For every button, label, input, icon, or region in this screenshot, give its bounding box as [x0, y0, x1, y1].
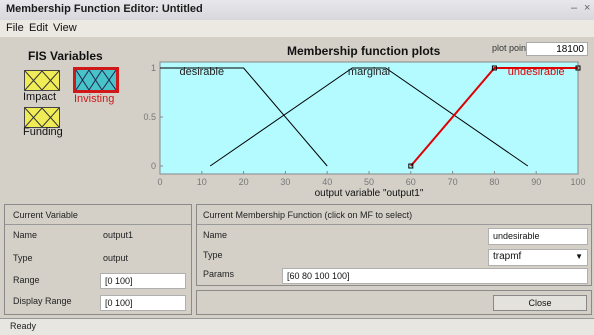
divider	[197, 224, 591, 225]
minimize-icon[interactable]: –	[571, 2, 577, 14]
menu-view[interactable]: View	[53, 22, 77, 34]
menu-file[interactable]: File	[6, 22, 24, 34]
mf-params-input[interactable]: [60 80 100 100]	[282, 268, 588, 284]
mf-type-label: Type	[203, 250, 223, 260]
cv-type-label: Type	[13, 253, 33, 263]
plot-title: Membership function plots	[287, 44, 441, 58]
variable-funding-box[interactable]	[24, 107, 60, 128]
x-tick-label: 100	[570, 177, 585, 187]
close-button[interactable]: Close	[493, 295, 587, 311]
mf-params-label: Params	[203, 269, 235, 279]
display-range-input[interactable]: [0 100]	[100, 295, 186, 311]
variable-impact-label: Impact	[23, 91, 57, 103]
cv-range-label: Range	[13, 275, 40, 285]
cv-name-label: Name	[13, 230, 38, 240]
cv-name-value: output1	[103, 230, 134, 240]
status-text: Ready	[10, 321, 37, 331]
x-tick-label: 20	[239, 177, 249, 187]
mf-type-select[interactable]: trapmf ▼	[488, 249, 588, 266]
x-tick-label: 50	[364, 177, 374, 187]
y-tick-label: 0	[151, 161, 156, 171]
x-tick-label: 10	[197, 177, 207, 187]
mf-type-value: trapmf	[493, 251, 522, 262]
variable-invisting-label: Invisting	[74, 93, 115, 105]
y-tick-label: 1	[151, 63, 156, 73]
mf-label-marginal: marginal	[348, 66, 390, 78]
x-tick-label: 90	[531, 177, 541, 187]
x-axis-label: output variable "output1"	[315, 188, 424, 199]
window-title: Membership Function Editor: Untitled	[6, 3, 203, 15]
close-icon[interactable]: ×	[584, 2, 590, 14]
divider	[5, 224, 191, 225]
mf-label-desirable: desirable	[179, 66, 224, 78]
x-tick-label: 80	[489, 177, 499, 187]
variable-impact-box[interactable]	[24, 70, 60, 91]
button-panel: Close	[196, 290, 592, 315]
title-bar: Membership Function Editor: Untitled – ×	[0, 0, 594, 21]
x-tick-label: 60	[406, 177, 416, 187]
current-mf-header: Current Membership Function (click on MF…	[203, 210, 413, 220]
menu-bar: File Edit View	[0, 20, 594, 37]
x-tick-label: 0	[157, 177, 162, 187]
cv-display-range-label: Display Range	[13, 296, 72, 306]
mf-label-undesirable: undesirable	[508, 66, 565, 78]
current-mf-panel: Current Membership Function (click on MF…	[196, 204, 592, 286]
status-bar: Ready	[0, 318, 594, 335]
mf-name-label: Name	[203, 230, 228, 240]
variable-funding-label: Funding	[23, 126, 63, 138]
variable-invisting-box[interactable]	[73, 67, 119, 93]
x-tick-label: 70	[448, 177, 458, 187]
mf-icon	[24, 107, 60, 128]
current-variable-header: Current Variable	[13, 210, 78, 220]
range-input[interactable]: [0 100]	[100, 273, 186, 289]
fis-variables-title: FIS Variables	[28, 49, 103, 63]
membership-plot[interactable]: 0 10 20 30 40 50 60 70 80 90 100 0 0.5 1 desirable marg…	[120, 58, 594, 202]
y-tick-label: 0.5	[143, 112, 156, 122]
plot-points-input[interactable]: 18100	[526, 42, 588, 56]
x-tick-label: 40	[322, 177, 332, 187]
mf-icon	[75, 69, 117, 91]
menu-edit[interactable]: Edit	[29, 22, 48, 34]
mf-name-input[interactable]: undesirable	[488, 228, 588, 245]
current-variable-panel: Current Variable Name output1 Type outpu…	[4, 204, 192, 315]
cv-type-value: output	[103, 253, 129, 263]
chevron-down-icon: ▼	[575, 252, 583, 261]
mf-icon	[24, 70, 60, 91]
x-tick-label: 30	[280, 177, 290, 187]
